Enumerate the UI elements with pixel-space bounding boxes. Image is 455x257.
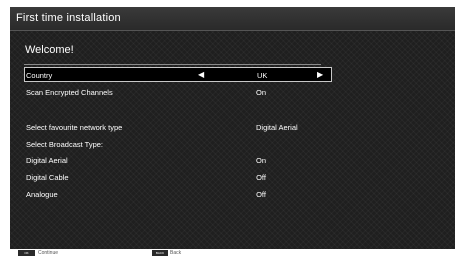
analogue-row[interactable]: Analogue Off — [24, 187, 332, 201]
digital-aerial-value: On — [256, 156, 267, 165]
digital-cable-label: Digital Cable — [26, 173, 69, 182]
broadcast-type-heading-row: Select Broadcast Type: — [24, 137, 332, 151]
digital-aerial-row[interactable]: Digital Aerial On — [24, 153, 332, 167]
digital-cable-value: Off — [256, 173, 266, 182]
scan-encrypted-row[interactable]: Scan Encrypted Channels On — [24, 85, 332, 99]
digital-aerial-label: Digital Aerial — [26, 156, 68, 165]
scan-encrypted-label: Scan Encrypted Channels — [26, 88, 113, 97]
country-row[interactable]: Country ◀ UK ▶ — [24, 67, 332, 82]
analogue-value: Off — [256, 190, 266, 199]
back-key-icon: BACK — [152, 250, 168, 256]
page-title: First time installation — [16, 12, 121, 24]
title-bar: First time installation — [10, 7, 455, 31]
country-value: UK — [257, 71, 268, 80]
back-hint: Back — [170, 250, 182, 256]
country-label: Country — [26, 71, 53, 80]
digital-cable-row[interactable]: Digital Cable Off — [24, 170, 332, 184]
analogue-label: Analogue — [26, 190, 58, 199]
scan-encrypted-value: On — [256, 88, 267, 97]
right-arrow-icon[interactable]: ▶ — [317, 70, 323, 79]
left-arrow-icon[interactable]: ◀ — [198, 70, 204, 79]
welcome-heading: Welcome! — [25, 44, 74, 56]
ok-key-icon: OK — [18, 250, 35, 256]
installation-screen: First time installation Welcome! Country… — [10, 7, 455, 249]
continue-hint: Continue — [38, 250, 59, 256]
footer-hint-bar: OK Continue BACK Back — [0, 249, 455, 257]
network-type-label: Select favourite network type — [26, 123, 123, 132]
network-type-row[interactable]: Select favourite network type Digital Ae… — [24, 120, 332, 134]
welcome-divider — [24, 64, 321, 65]
network-type-value: Digital Aerial — [256, 123, 298, 132]
broadcast-type-label: Select Broadcast Type: — [26, 140, 103, 149]
